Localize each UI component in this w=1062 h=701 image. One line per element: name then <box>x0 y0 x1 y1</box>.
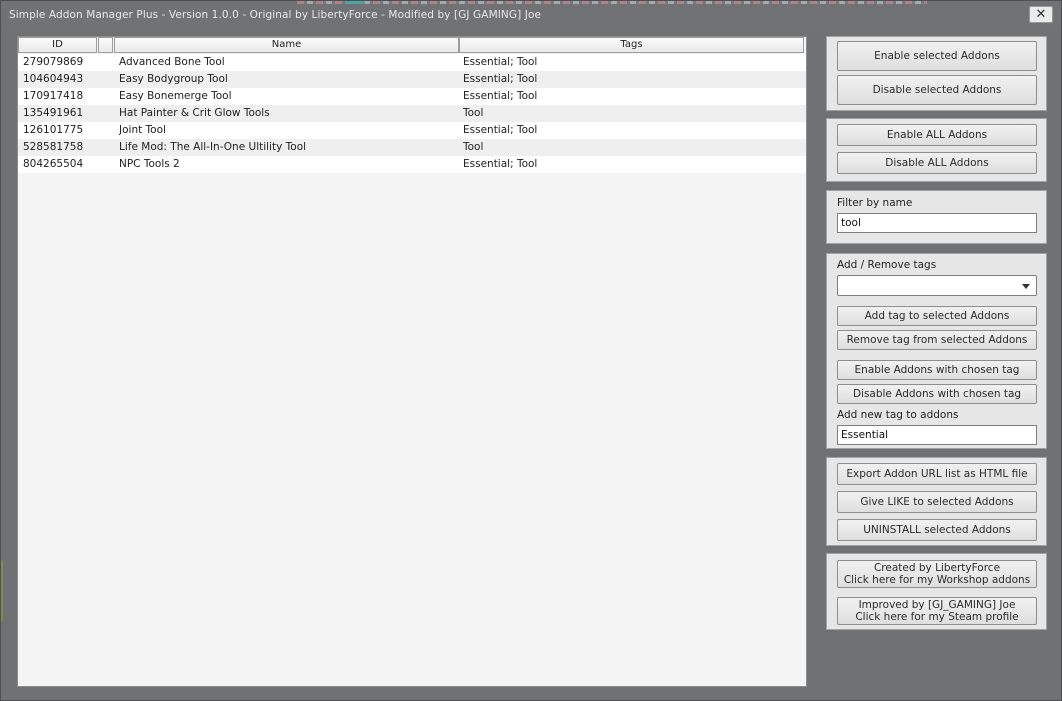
cell-id: 528581758 <box>23 141 84 153</box>
cell-name: Hat Painter & Crit Glow Tools <box>119 107 270 119</box>
background-window-strip <box>297 1 927 4</box>
cell-id: 104604943 <box>23 73 84 85</box>
desktop-edge <box>1 561 3 621</box>
table-row[interactable]: 528581758 Life Mod: The All-In-One Ultil… <box>18 139 806 156</box>
table-row[interactable]: 135491961 Hat Painter & Crit Glow Tools … <box>18 105 806 122</box>
improver-line-2: Click here for my Steam profile <box>855 611 1019 623</box>
improver-line-1: Improved by [GJ_GAMING] Joe <box>858 599 1016 611</box>
actions-group: Export Addon URL list as HTML file Give … <box>826 457 1047 546</box>
remove-tag-button[interactable]: Remove tag from selected Addons <box>837 330 1037 350</box>
table-row[interactable]: 170917418 Easy Bonemerge Tool Essential;… <box>18 88 806 105</box>
disable-all-button[interactable]: Disable ALL Addons <box>837 152 1037 174</box>
list-header: ID Name Tags <box>18 37 806 53</box>
creator-line-2: Click here for my Workshop addons <box>843 574 1031 586</box>
filter-group: Filter by name <box>826 190 1047 244</box>
addon-rows: 279079869 Advanced Bone Tool Essential; … <box>18 54 806 173</box>
uninstall-selected-button[interactable]: UNINSTALL selected Addons <box>837 519 1037 541</box>
chevron-down-icon <box>1022 284 1030 289</box>
table-row[interactable]: 279079869 Advanced Bone Tool Essential; … <box>18 54 806 71</box>
disable-selected-button[interactable]: Disable selected Addons <box>837 75 1037 105</box>
table-row[interactable]: 804265504 NPC Tools 2 Essential; Tool <box>18 156 806 173</box>
export-html-button[interactable]: Export Addon URL list as HTML file <box>837 463 1037 485</box>
cell-name: Easy Bodygroup Tool <box>119 73 228 85</box>
improver-link-button[interactable]: Improved by [GJ_GAMING] Joe Click here f… <box>837 597 1037 625</box>
filter-input[interactable] <box>837 213 1037 233</box>
cell-name: Easy Bonemerge Tool <box>119 90 232 102</box>
column-header-name[interactable]: Name <box>114 37 459 53</box>
cell-tags: Essential; Tool <box>463 90 538 102</box>
cell-name: Joint Tool <box>119 124 166 136</box>
column-header-id[interactable]: ID <box>18 37 97 53</box>
cell-tags: Essential; Tool <box>463 124 538 136</box>
cell-id: 135491961 <box>23 107 84 119</box>
app-window: Simple Addon Manager Plus - Version 1.0.… <box>0 0 1062 701</box>
enable-with-tag-button[interactable]: Enable Addons with chosen tag <box>837 360 1037 380</box>
filter-label: Filter by name <box>837 197 913 209</box>
addon-list[interactable]: ID Name Tags 279079869 Advanced Bone Too… <box>17 36 807 687</box>
cell-name: NPC Tools 2 <box>119 158 180 170</box>
add-tag-button[interactable]: Add tag to selected Addons <box>837 306 1037 326</box>
creator-link-button[interactable]: Created by LibertyForce Click here for m… <box>837 560 1037 588</box>
cell-tags: Tool <box>463 141 484 153</box>
new-tag-label: Add new tag to addons <box>837 409 959 421</box>
cell-name: Life Mod: The All-In-One Ultility Tool <box>119 141 307 153</box>
table-row[interactable]: 104604943 Easy Bodygroup Tool Essential;… <box>18 71 806 88</box>
cell-tags: Essential; Tool <box>463 73 538 85</box>
table-row[interactable]: 126101775 Joint Tool Essential; Tool <box>18 122 806 139</box>
creator-line-1: Created by LibertyForce <box>873 562 1001 574</box>
tags-label: Add / Remove tags <box>837 259 937 271</box>
cell-tags: Tool <box>463 107 484 119</box>
tag-dropdown[interactable] <box>837 275 1037 296</box>
cell-tags: Essential; Tool <box>463 158 538 170</box>
enable-all-button[interactable]: Enable ALL Addons <box>837 124 1037 146</box>
enable-selected-button[interactable]: Enable selected Addons <box>837 41 1037 71</box>
cell-id: 170917418 <box>23 90 84 102</box>
cell-tags: Essential; Tool <box>463 56 538 68</box>
disable-with-tag-button[interactable]: Disable Addons with chosen tag <box>837 384 1037 404</box>
window-title: Simple Addon Manager Plus - Version 1.0.… <box>9 9 542 21</box>
column-header-blank[interactable] <box>98 37 113 53</box>
credits-group: Created by LibertyForce Click here for m… <box>826 553 1047 630</box>
title-bar[interactable]: Simple Addon Manager Plus - Version 1.0.… <box>1 1 1061 29</box>
cell-name: Advanced Bone Tool <box>119 56 225 68</box>
like-selected-button[interactable]: Give LIKE to selected Addons <box>837 491 1037 513</box>
column-header-tags[interactable]: Tags <box>459 37 804 53</box>
cell-id: 804265504 <box>23 158 84 170</box>
all-addons-group: Enable ALL Addons Disable ALL Addons <box>826 118 1047 182</box>
selection-group: Enable selected Addons Disable selected … <box>826 36 1047 111</box>
new-tag-input[interactable] <box>837 425 1037 445</box>
cell-id: 126101775 <box>23 124 84 136</box>
close-icon[interactable]: ✕ <box>1029 6 1053 23</box>
tags-group: Add / Remove tags Add tag to selected Ad… <box>826 253 1047 449</box>
cell-id: 279079869 <box>23 56 84 68</box>
